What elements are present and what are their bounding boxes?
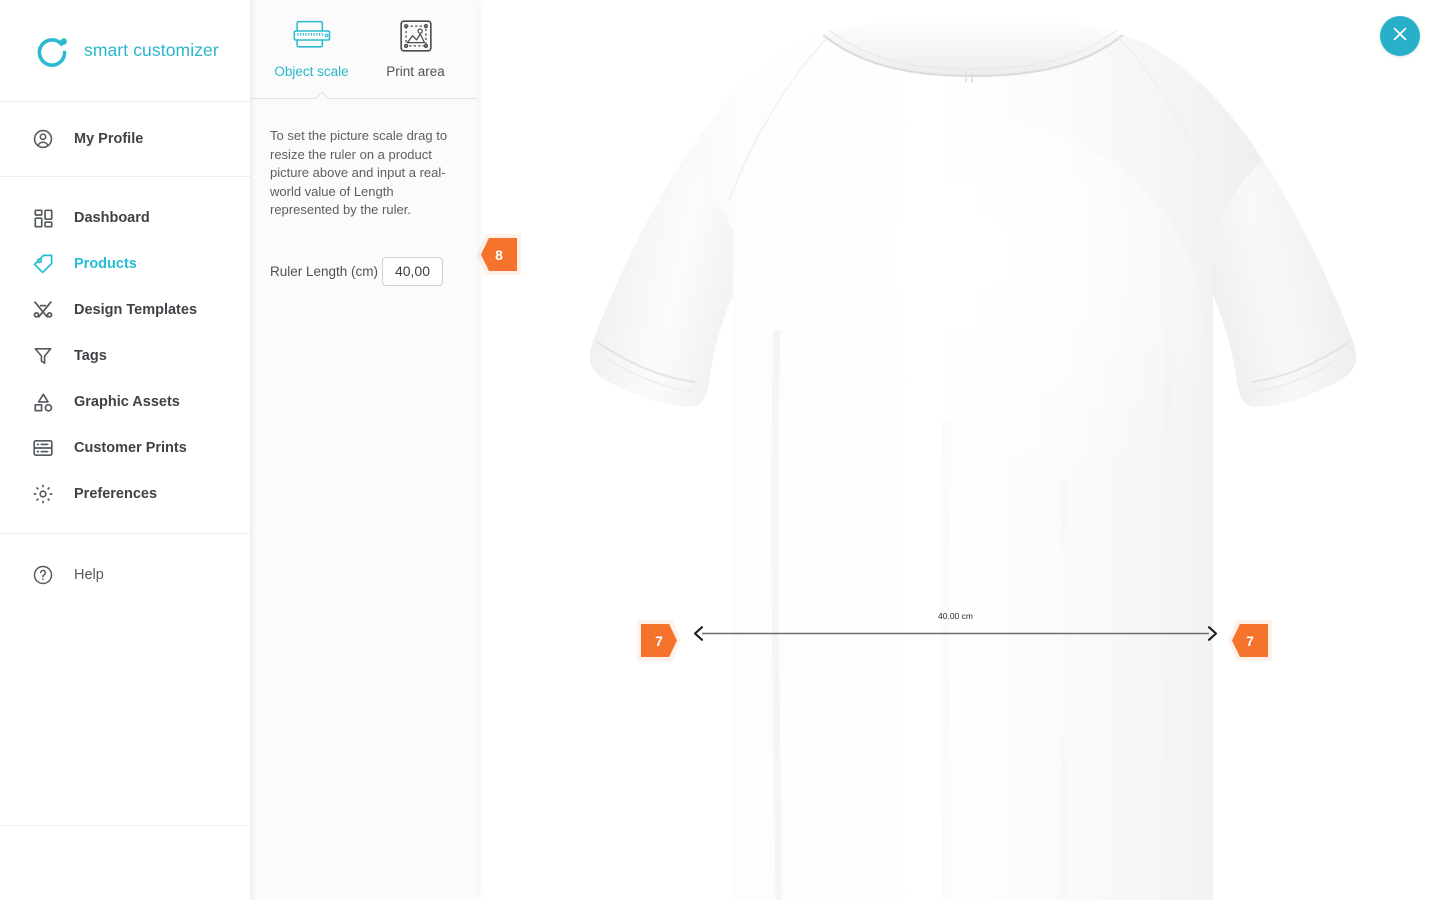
tab-object-scale[interactable]: Object scale	[274, 16, 350, 79]
sidebar: smart customizer My Profile Dashboard Pr…	[0, 0, 250, 900]
brand-name: smart customizer	[84, 40, 219, 60]
sidebar-group-main: Dashboard Products Design Templates Tags…	[0, 176, 250, 533]
question-circle-icon	[30, 562, 56, 588]
sidebar-item-my-profile[interactable]: My Profile	[0, 116, 250, 162]
sidebar-item-preferences[interactable]: Preferences	[0, 471, 250, 517]
ruler-length-input[interactable]	[382, 256, 443, 286]
ruler-measurement-label: 40.00 cm	[938, 611, 973, 621]
sidebar-item-label: Dashboard	[74, 210, 150, 226]
close-button[interactable]	[1380, 16, 1420, 56]
sidebar-bottom-divider	[0, 825, 250, 826]
brand-header[interactable]: smart customizer	[0, 0, 250, 102]
panel-tab-bar: Object scale Print area	[250, 0, 477, 99]
tab-print-area[interactable]: Print area	[378, 16, 454, 79]
sidebar-item-help[interactable]: Help	[0, 552, 250, 598]
product-image	[477, 0, 1440, 900]
sidebar-item-design-templates[interactable]: Design Templates	[0, 287, 250, 333]
smart-customizer-logo-icon	[34, 33, 70, 69]
ruler-line-icon	[693, 626, 1218, 641]
panel-help-text: To set the picture scale drag to resize …	[270, 128, 448, 217]
tag-icon	[30, 251, 56, 277]
sidebar-item-graphic-assets[interactable]: Graphic Assets	[0, 379, 250, 425]
user-circle-icon	[30, 126, 56, 152]
tab-label: Object scale	[274, 64, 349, 79]
gear-icon	[30, 481, 56, 507]
ruler-on-image-icon	[292, 16, 332, 56]
prints-stack-icon	[30, 435, 56, 461]
dashboard-grid-icon	[30, 205, 56, 231]
sidebar-item-label: Graphic Assets	[74, 394, 180, 410]
sidebar-item-products[interactable]: Products	[0, 241, 250, 287]
sidebar-item-customer-prints[interactable]: Customer Prints	[0, 425, 250, 471]
sidebar-item-label: Help	[74, 567, 104, 583]
tab-label: Print area	[386, 64, 445, 79]
app-root: smart customizer My Profile Dashboard Pr…	[0, 0, 1440, 900]
print-area-icon	[398, 16, 434, 56]
sidebar-item-label: Products	[74, 256, 137, 272]
ruler-length-label: Ruler Length (cm)	[270, 263, 379, 279]
active-tab-caret-icon	[314, 90, 330, 99]
tab-bar-divider	[250, 98, 477, 99]
panel-body: To set the picture scale drag to resize …	[250, 99, 477, 286]
ruler-length-field-row: Ruler Length (cm)	[270, 256, 457, 286]
funnel-icon	[30, 343, 56, 369]
sidebar-group-help: Help	[0, 533, 250, 616]
shapes-icon	[30, 389, 56, 415]
sidebar-item-label: Customer Prints	[74, 440, 187, 456]
sidebar-item-label: Design Templates	[74, 302, 198, 318]
sidebar-item-label: Preferences	[74, 486, 158, 502]
product-canvas[interactable]: 40.00 cm	[477, 0, 1440, 900]
object-scale-panel: Object scale Print area To set the pictu…	[250, 0, 477, 900]
sidebar-group-profile: My Profile	[0, 102, 250, 176]
design-tools-icon	[30, 297, 56, 323]
sidebar-item-label: Tags	[74, 348, 107, 364]
sidebar-item-label: My Profile	[74, 131, 144, 147]
sidebar-item-tags[interactable]: Tags	[0, 333, 250, 379]
sidebar-item-dashboard[interactable]: Dashboard	[0, 195, 250, 241]
scale-ruler[interactable]: 40.00 cm	[693, 611, 1218, 652]
close-icon	[1391, 25, 1409, 48]
